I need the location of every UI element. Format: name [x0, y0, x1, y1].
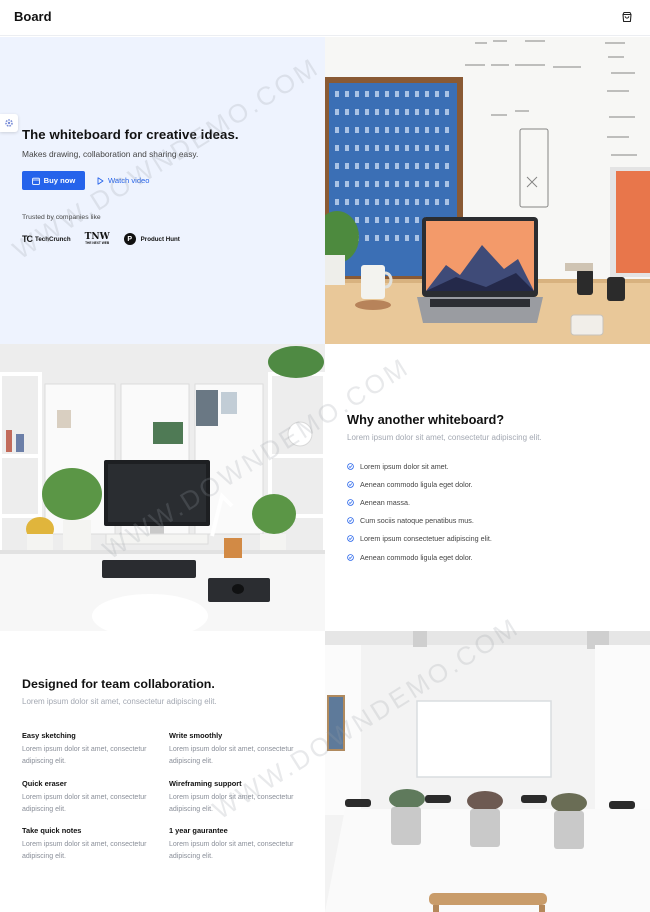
feature-desc: Lorem ipsum dolor sit amet, consectetur …: [169, 746, 294, 765]
check-circle-icon: [347, 462, 354, 470]
desk-laptop-illustration: [325, 37, 650, 344]
check-circle-icon: [347, 535, 354, 543]
why-section: Why another whiteboard? Lorem ipsum dolo…: [325, 344, 650, 631]
techcrunch-logo: TC TechCrunch: [22, 234, 71, 244]
feature-item: Take quick notes Lorem ipsum dolor sit a…: [22, 826, 162, 862]
list-item-text: Lorem ipsum consectetuer adipiscing elit…: [360, 534, 492, 544]
design-title: Designed for team collaboration.: [22, 677, 215, 691]
feature-title: Wireframing support: [169, 779, 242, 788]
feature-item: 1 year gaurantee Lorem ipsum dolor sit a…: [169, 826, 309, 862]
feature-title: 1 year gaurantee: [169, 826, 228, 835]
gear-icon: [5, 119, 13, 127]
feature-title: Quick eraser: [22, 779, 67, 788]
meeting-room-illustration: [325, 631, 650, 912]
feature-desc: Lorem ipsum dolor sit amet, consectetur …: [169, 794, 294, 813]
list-item-text: Lorem ipsum dolor sit amet.: [360, 461, 449, 471]
list-item: Aenean commodo ligula eget dolor.: [347, 548, 492, 566]
meeting-room-photo: [325, 631, 650, 912]
settings-toggle[interactable]: [0, 114, 18, 132]
feature-item: Quick eraser Lorem ipsum dolor sit amet,…: [22, 779, 162, 815]
hero-subtitle: Makes drawing, collaboration and sharing…: [22, 149, 199, 159]
shopping-bag-icon[interactable]: [621, 11, 633, 23]
list-item: Lorem ipsum dolor sit amet.: [347, 457, 492, 475]
company-logos: TC TechCrunch TNW THE NEXT WEB P Product…: [22, 233, 180, 246]
buy-now-button[interactable]: Buy now: [22, 171, 85, 190]
product-hunt-mark: P: [123, 233, 136, 246]
top-navbar: Board: [0, 0, 650, 36]
trusted-label: Trusted by companies like: [22, 214, 101, 221]
watch-video-label: Watch video: [108, 176, 150, 185]
team-collaboration-section: Designed for team collaboration. Lorem i…: [0, 631, 325, 912]
feature-desc: Lorem ipsum dolor sit amet, consectetur …: [22, 794, 147, 813]
techcrunch-mark: TC: [22, 234, 33, 245]
why-list: Lorem ipsum dolor sit amet. Aenean commo…: [347, 457, 492, 566]
buy-now-label: Buy now: [43, 176, 76, 185]
check-circle-icon: [347, 499, 354, 506]
feature-title: Take quick notes: [22, 826, 82, 835]
workspace-monitor-illustration: [0, 344, 325, 631]
watch-video-link[interactable]: Watch video: [97, 171, 150, 190]
why-lead: Lorem ipsum dolor sit amet, consectetur …: [347, 433, 542, 442]
list-item: Aenean commodo ligula eget dolor.: [347, 475, 492, 493]
feature-title: Easy sketching: [22, 731, 76, 740]
feature-item: Easy sketching Lorem ipsum dolor sit ame…: [22, 731, 162, 767]
hero-section: The whiteboard for creative ideas. Makes…: [0, 37, 325, 344]
brand-logo[interactable]: Board: [14, 9, 52, 24]
product-hunt-name: Product Hunt: [140, 235, 180, 243]
list-item-text: Aenean massa.: [360, 497, 410, 507]
list-item: Lorem ipsum consectetuer adipiscing elit…: [347, 530, 492, 548]
desk-laptop-photo: [325, 37, 650, 344]
check-circle-icon: [347, 517, 354, 524]
techcrunch-name: TechCrunch: [35, 235, 71, 243]
hero-title: The whiteboard for creative ideas.: [22, 127, 239, 142]
check-circle-icon: [347, 481, 354, 488]
feature-title: Write smoothly: [169, 731, 223, 740]
why-title: Why another whiteboard?: [347, 412, 505, 427]
tnw-name: THE NEXT WEB: [85, 241, 110, 245]
list-item-text: Cum sociis natoque penatibus mus.: [360, 516, 474, 526]
workspace-monitor-photo: [0, 344, 325, 631]
calendar-icon: [31, 177, 40, 185]
play-icon: [97, 176, 104, 185]
list-item-text: Aenean commodo ligula eget dolor.: [360, 552, 473, 562]
feature-item: Write smoothly Lorem ipsum dolor sit ame…: [169, 731, 309, 767]
product-hunt-logo: P Product Hunt: [123, 233, 180, 246]
feature-desc: Lorem ipsum dolor sit amet, consectetur …: [22, 746, 147, 765]
feature-desc: Lorem ipsum dolor sit amet, consectetur …: [22, 841, 147, 860]
check-circle-icon: [347, 553, 354, 561]
list-item-text: Aenean commodo ligula eget dolor.: [360, 479, 473, 489]
list-item: Cum sociis natoque penatibus mus.: [347, 512, 492, 530]
tnw-logo: TNW THE NEXT WEB: [85, 233, 110, 245]
list-item: Aenean massa.: [347, 493, 492, 511]
design-lead: Lorem ipsum dolor sit amet, consectetur …: [22, 697, 217, 706]
feature-item: Wireframing support Lorem ipsum dolor si…: [169, 779, 309, 815]
feature-desc: Lorem ipsum dolor sit amet, consectetur …: [169, 841, 294, 860]
